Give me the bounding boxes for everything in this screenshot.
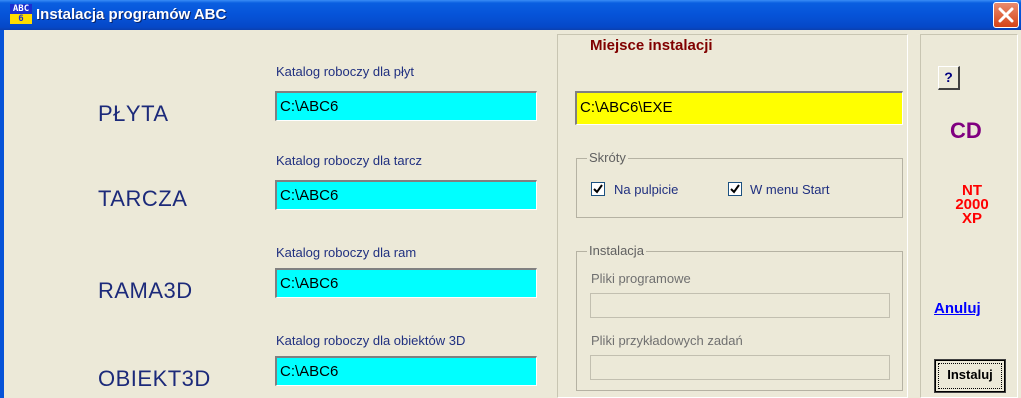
close-button[interactable] [993,2,1019,28]
title-bar[interactable]: ABC 6 Instalacja programów ABC [0,0,1021,30]
desktop-shortcut-label: Na pulpicie [614,182,679,197]
dir-label-obiekt3d: Katalog roboczy dla obiektów 3D [276,333,466,348]
program-files-progress [590,293,890,318]
dir-label-rama3d: Katalog roboczy dla ram [276,245,417,260]
example-files-label: Pliki przykładowych zadań [591,333,743,348]
program-files-label: Pliki programowe [591,271,691,286]
dir-label-tarcza: Katalog roboczy dla tarcz [276,153,422,168]
window-title: Instalacja programów ABC [36,6,227,23]
installation-group-title: Instalacja [587,243,646,258]
install-location-input[interactable]: C:\ABC6\EXE [575,91,903,125]
dir-input-rama3d[interactable]: C:\ABC6 [275,268,537,298]
install-button[interactable]: Instaluj [934,359,1006,393]
install-location-label: Miejsce instalacji [590,37,713,54]
dir-input-obiekt3d[interactable]: C:\ABC6 [275,356,537,386]
start-menu-shortcut-label: W menu Start [750,182,830,197]
start-menu-shortcut-checkbox[interactable] [728,182,742,196]
product-name-plyta: PŁYTA [98,101,169,126]
product-name-tarcza: TARCZA [98,186,188,211]
os-compat-label: NT 2000 XP [955,182,989,227]
product-name-rama3d: RAMA3D [98,278,193,303]
dir-input-plyta[interactable]: C:\ABC6 [275,91,537,121]
close-icon [998,7,1014,23]
help-button[interactable]: ? [938,66,960,90]
product-name-obiekt3d: OBIEKT3D [98,366,211,391]
checkmark-icon [730,184,740,194]
abc-app-icon: ABC 6 [10,4,32,26]
cancel-link[interactable]: Anuluj [934,300,981,317]
desktop-shortcut-checkbox[interactable] [591,182,605,196]
dir-input-tarcza[interactable]: C:\ABC6 [275,180,537,210]
checkmark-icon [593,184,603,194]
focus-ring [938,363,1002,389]
example-files-progress [590,355,890,380]
cd-label: CD [950,118,982,143]
shortcuts-group-title: Skróty [587,150,628,165]
dir-label-plyta: Katalog roboczy dla płyt [276,64,415,79]
